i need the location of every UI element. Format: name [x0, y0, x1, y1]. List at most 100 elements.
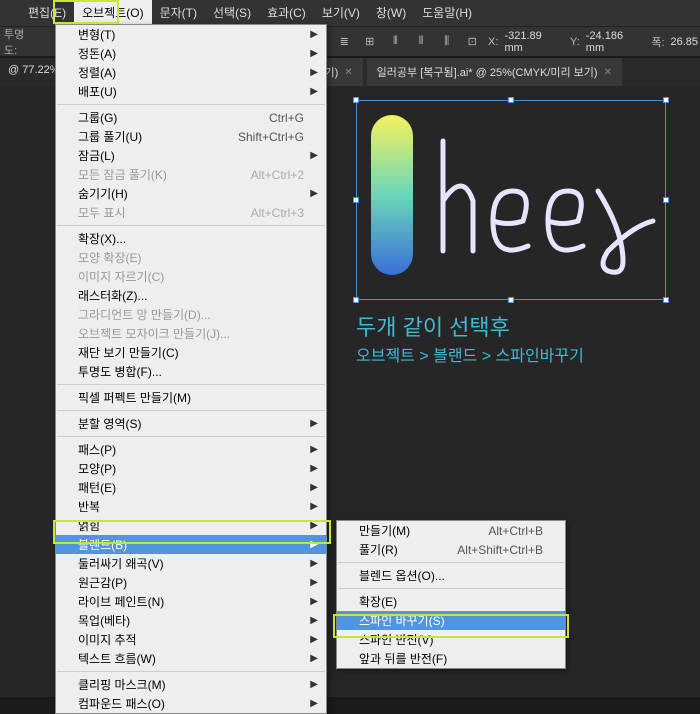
blend-submenu-item-8[interactable]: 앞과 뒤를 반전(F)	[337, 649, 565, 668]
handle-mid-left[interactable]	[353, 197, 359, 203]
object-menu-item-31[interactable]: 둘러싸기 왜곡(V)▶	[56, 554, 326, 573]
submenu-arrow-icon: ▶	[310, 482, 318, 493]
zoom-level: @ 77.22%	[8, 64, 60, 76]
menu-item-label: 분할 영역(S)	[78, 415, 142, 432]
handle-top-mid[interactable]	[508, 97, 514, 103]
menu-item-label: 둘러싸기 왜곡(V)	[78, 555, 164, 572]
handle-mid-right[interactable]	[663, 197, 669, 203]
align-icon-2[interactable]: ≣	[334, 32, 354, 52]
object-menu-item-7[interactable]: 잠금(L)▶	[56, 146, 326, 165]
submenu-arrow-icon: ▶	[310, 634, 318, 645]
object-menu-item-5[interactable]: 그룹(G)Ctrl+G	[56, 108, 326, 127]
object-menu-item-35[interactable]: 이미지 추적▶	[56, 630, 326, 649]
object-menu-item-12[interactable]: 확장(X)...	[56, 229, 326, 248]
menu-item-label: 재단 보기 만들기(C)	[78, 344, 179, 361]
menu-item-label: 라이브 페인트(N)	[78, 593, 164, 610]
submenu-arrow-icon: ▶	[310, 48, 318, 59]
menu-item-label: 블렌드 옵션(O)...	[359, 567, 445, 584]
w-value[interactable]: 26.85	[671, 36, 699, 48]
object-menu-item-27[interactable]: 패턴(E)▶	[56, 478, 326, 497]
blend-submenu-item-5[interactable]: 확장(E)	[337, 592, 565, 611]
menubar-select[interactable]: 선택(S)	[205, 0, 259, 26]
object-menu-item-2[interactable]: 정렬(A)▶	[56, 63, 326, 82]
menubar-view[interactable]: 보기(V)	[314, 0, 368, 26]
close-icon[interactable]: ✕	[604, 67, 612, 78]
object-menu-item-19[interactable]: 투명도 병합(F)...	[56, 362, 326, 381]
distribute-icon-2[interactable]: ⫴	[411, 32, 431, 52]
object-menu-item-38[interactable]: 클리핑 마스크(M)▶	[56, 675, 326, 694]
menu-shortcut: Alt+Shift+Ctrl+B	[457, 543, 543, 557]
object-menu-item-0[interactable]: 변형(T)▶	[56, 25, 326, 44]
object-menu-item-15[interactable]: 래스터화(Z)...	[56, 286, 326, 305]
menubar-effect[interactable]: 효과(C)	[259, 0, 314, 26]
menu-item-label: 배포(U)	[78, 83, 117, 100]
menu-item-label: 정렬(A)	[78, 64, 116, 81]
align-icon-3[interactable]: ⊞	[360, 32, 380, 52]
hey-script-path[interactable]	[423, 131, 663, 281]
object-menu-item-32[interactable]: 원근감(P)▶	[56, 573, 326, 592]
object-menu-item-3[interactable]: 배포(U) ▶	[56, 82, 326, 101]
object-menu-item-28[interactable]: 반복▶	[56, 497, 326, 516]
object-menu-item-23[interactable]: 분할 영역(S)▶	[56, 414, 326, 433]
menu-separator	[57, 410, 325, 411]
menubar-edit[interactable]: 편집(E)	[20, 0, 74, 26]
distribute-icon-3[interactable]: ⫼	[437, 32, 457, 52]
menu-separator	[57, 225, 325, 226]
object-menu-item-9[interactable]: 숨기기(H)▶	[56, 184, 326, 203]
submenu-arrow-icon: ▶	[310, 520, 318, 531]
submenu-arrow-icon: ▶	[310, 86, 318, 97]
menubar-window[interactable]: 창(W)	[368, 0, 414, 26]
menu-item-label: 그라디언트 망 만들기(D)...	[78, 306, 211, 323]
menubar-text[interactable]: 문자(T)	[152, 0, 205, 26]
menu-item-label: 이미지 자르기(C)	[78, 268, 164, 285]
submenu-arrow-icon: ▶	[310, 653, 318, 664]
menu-item-label: 블렌드(B)	[78, 536, 127, 553]
handle-top-left[interactable]	[353, 97, 359, 103]
gradient-pill-shape[interactable]	[371, 115, 413, 275]
blend-submenu-item-0[interactable]: 만들기(M)Alt+Ctrl+B	[337, 521, 565, 540]
submenu-arrow-icon: ▶	[310, 463, 318, 474]
submenu-arrow-icon: ▶	[310, 615, 318, 626]
menubar: 편집(E) 오브젝트(O) 문자(T) 선택(S) 효과(C) 보기(V) 창(…	[0, 0, 700, 26]
menu-item-label: 변형(T)	[78, 26, 115, 43]
y-value[interactable]: -24.186 mm	[586, 30, 644, 54]
selection-bounding-box[interactable]	[356, 100, 666, 300]
handle-top-right[interactable]	[663, 97, 669, 103]
menu-item-label: 컴파운드 패스(O)	[78, 695, 165, 712]
object-menu-item-30[interactable]: 블렌드(B)▶	[56, 535, 326, 554]
menu-separator	[338, 562, 564, 563]
blend-submenu-item-7[interactable]: 스파인 반전(V)	[337, 630, 565, 649]
menu-separator	[57, 384, 325, 385]
handle-bot-right[interactable]	[663, 297, 669, 303]
object-menu-item-21[interactable]: 픽셀 퍼펙트 만들기(M)	[56, 388, 326, 407]
menu-item-label: 그룹 풀기(U)	[78, 128, 142, 145]
handle-bot-mid[interactable]	[508, 297, 514, 303]
object-menu-item-25[interactable]: 패스(P)▶	[56, 440, 326, 459]
object-menu-item-33[interactable]: 라이브 페인트(N) ▶	[56, 592, 326, 611]
blend-submenu-item-1[interactable]: 풀기(R)Alt+Shift+Ctrl+B	[337, 540, 565, 559]
menubar-object[interactable]: 오브젝트(O)	[74, 0, 152, 26]
transform-icon[interactable]: ⊡	[462, 32, 482, 52]
object-menu-item-34[interactable]: 목업(베타)▶	[56, 611, 326, 630]
handle-bot-left[interactable]	[353, 297, 359, 303]
submenu-arrow-icon: ▶	[310, 501, 318, 512]
menu-item-label: 확장(X)...	[78, 230, 126, 247]
object-menu-item-36[interactable]: 텍스트 흐름(W)▶	[56, 649, 326, 668]
object-menu-item-1[interactable]: 정돈(A)▶	[56, 44, 326, 63]
menu-item-label: 래스터화(Z)...	[78, 287, 148, 304]
distribute-icon-1[interactable]: ⦀	[386, 32, 406, 52]
blend-submenu-item-3[interactable]: 블렌드 옵션(O)...	[337, 566, 565, 585]
object-menu-item-6[interactable]: 그룹 풀기(U)Shift+Ctrl+G	[56, 127, 326, 146]
submenu-arrow-icon: ▶	[310, 596, 318, 607]
object-menu-item-18[interactable]: 재단 보기 만들기(C)	[56, 343, 326, 362]
submenu-arrow-icon: ▶	[310, 150, 318, 161]
menubar-help[interactable]: 도움말(H)	[414, 0, 480, 26]
close-icon[interactable]: ✕	[344, 67, 352, 78]
menu-item-label: 모양(P)	[78, 460, 116, 477]
opacity-label: 투명도:	[4, 26, 37, 58]
object-menu-item-26[interactable]: 모양(P) ▶	[56, 459, 326, 478]
blend-submenu-item-6[interactable]: 스파인 바꾸기(S)	[337, 611, 565, 630]
tab-2[interactable]: 일러공부 [복구됨].ai* @ 25%(CMYK/미리 보기) ✕	[367, 58, 622, 86]
object-menu-item-29[interactable]: 얽힘▶	[56, 516, 326, 535]
x-value[interactable]: -321.89 mm	[504, 30, 562, 54]
